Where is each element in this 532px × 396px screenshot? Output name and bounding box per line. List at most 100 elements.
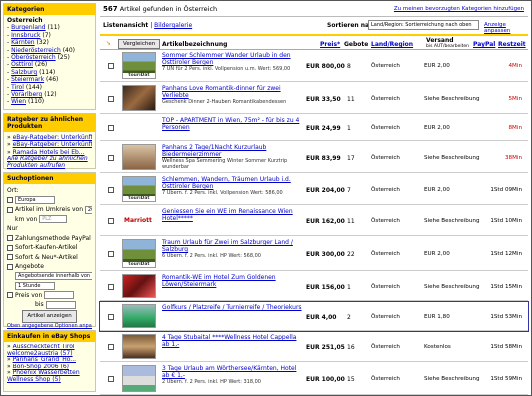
filter-options: Zahlungsmethode PayPal Sofort-Kaufen-Arti… xyxy=(7,234,92,272)
guide-list: » eBay-Ratgeber: Unterkünfte» eBay-Ratge… xyxy=(4,132,95,171)
item-thumbnail[interactable] xyxy=(122,334,156,359)
adjust-options-link[interactable]: Oben angegebene Optionen anpassen xyxy=(7,323,92,329)
ending-select[interactable]: Angebotsende innerhalb von xyxy=(15,272,92,280)
col-time[interactable]: Restzeit xyxy=(498,41,526,48)
item-thumbnail[interactable]: touriDat xyxy=(122,239,156,268)
shop-link[interactable]: Ausschecktecht Tirol welcome2austria (57… xyxy=(7,344,75,357)
item-title-link[interactable]: Golfkurs / Platzreife / Turnierreife / T… xyxy=(162,304,302,312)
item-bids: 16 xyxy=(347,344,355,351)
col-paypal[interactable]: PayPal xyxy=(473,41,495,48)
row-checkbox[interactable] xyxy=(108,251,114,257)
radius-checkbox[interactable] xyxy=(7,206,13,213)
category-item: - Oberösterreich (25) xyxy=(7,54,70,62)
item-thumbnail[interactable]: Marriott xyxy=(122,208,156,233)
item-shipping: EUR 2,00 xyxy=(424,63,450,69)
category-link[interactable]: Burgenland xyxy=(11,24,46,31)
item-thumbnail[interactable]: touriDat xyxy=(122,52,156,79)
item-title-link[interactable]: Schlemmen, Wandern, Träumen Urlaub i.d. … xyxy=(162,176,302,191)
item-thumbnail[interactable] xyxy=(122,365,156,392)
category-link[interactable]: Niederösterreich xyxy=(11,47,61,54)
item-title-link[interactable]: Geniessen Sie ein WE im Renaissance Wien… xyxy=(162,208,302,223)
filter-label: Zahlungsmethode PayPal xyxy=(15,234,91,242)
item-title-link[interactable]: 3 Tage Urlaub am Wörthersee/Kärnten, Hot… xyxy=(162,365,302,380)
price-from-input[interactable] xyxy=(44,291,75,299)
item-title-link[interactable]: Panhans 2 Tage/1Nacht Kurzurlaub Biederm… xyxy=(162,144,302,159)
zip-input[interactable]: PLZ xyxy=(39,215,68,223)
item-thumbnail[interactable]: touriDat xyxy=(122,176,156,202)
shop-link[interactable]: Bon-Shop 2006 (6) xyxy=(13,364,69,370)
row-checkbox[interactable] xyxy=(108,313,114,320)
item-price: EUR 300,00 xyxy=(306,251,345,258)
filter-checkbox[interactable] xyxy=(7,263,13,270)
category-link[interactable]: Vorarlberg xyxy=(11,91,42,98)
shop-link[interactable]: Panhans_Grand_Ho... xyxy=(13,357,76,363)
price-to-input[interactable] xyxy=(45,300,76,309)
category-link[interactable]: Wien xyxy=(11,98,26,105)
compare-button[interactable]: Vergleichen xyxy=(118,39,161,49)
row-checkbox[interactable] xyxy=(108,218,114,224)
row-checkbox[interactable] xyxy=(108,283,114,290)
item-region: Österreich xyxy=(371,344,400,350)
filter-checkbox[interactable] xyxy=(7,244,13,251)
col-bids: Gebote xyxy=(344,41,369,48)
guides-box: Ratgeber zu ähnlichen Produkten » eBay-R… xyxy=(3,113,96,169)
filter-label: Angebote xyxy=(15,263,44,270)
guide-link[interactable]: eBay-Ratgeber: Unterkünfte xyxy=(13,134,92,141)
location-checkbox[interactable] xyxy=(7,197,13,203)
row-checkbox[interactable] xyxy=(108,376,114,382)
guide-link[interactable]: Ramada Hotels bei Eb... xyxy=(13,149,85,156)
item-title-link[interactable]: Traum Urlaub für Zwei im Salzburger Land… xyxy=(162,239,302,254)
show-items-button[interactable]: Artikel anzeigen xyxy=(22,309,77,323)
price-checkbox[interactable] xyxy=(7,292,13,298)
category-link[interactable]: Innsbruck xyxy=(11,32,40,39)
category-link[interactable]: Salzburg xyxy=(11,69,37,76)
category-count: (40) xyxy=(62,46,76,54)
location-select[interactable]: Europa xyxy=(15,196,55,204)
item-thumbnail[interactable] xyxy=(122,85,156,111)
col-price[interactable]: Preis* xyxy=(320,41,340,48)
category-link[interactable]: Tirol xyxy=(11,84,24,91)
hours-select[interactable]: 1 Stunde xyxy=(15,281,55,290)
tab-list-view[interactable]: Listenansicht xyxy=(103,22,148,29)
row-checkbox[interactable] xyxy=(108,125,114,131)
item-thumbnail[interactable] xyxy=(122,304,156,328)
col-ship-sub[interactable]: bis AUT/bearbeiten xyxy=(426,44,469,49)
results-header: 567 Artikel gefunden in Österreich Zu me… xyxy=(100,3,528,17)
row-checkbox[interactable] xyxy=(108,154,114,161)
item-title-link[interactable]: TOP - APARTMENT in Wien, 75m² - für bis … xyxy=(162,117,302,132)
col-title: Artikelbezeichnung xyxy=(162,41,228,48)
shop-link[interactable]: Phoenix Wasserbetten Wellness Shop (5) xyxy=(7,370,80,383)
category-link[interactable]: Kärnten xyxy=(11,39,35,46)
item-title-link[interactable]: Sommer Schlemmer Wander Urlaub in den Os… xyxy=(162,52,302,67)
item-title-link[interactable]: 4 Tage Stubaital ****Wellness Hotel Capp… xyxy=(162,334,302,349)
item-thumbnail[interactable] xyxy=(122,274,156,298)
sort-select[interactable]: Land/Region: Sortierreichung nach oben xyxy=(368,20,479,30)
row-checkbox[interactable] xyxy=(108,63,114,69)
tab-gallery-view[interactable]: Bildergalerie xyxy=(154,22,192,29)
row-checkbox[interactable] xyxy=(108,344,114,350)
all-guides-link[interactable]: Alle Ratgeber zu ähnlichen Produkten auf… xyxy=(7,156,92,169)
item-title-link[interactable]: Romantik-WE im Hotel Zum Goldenen Löwen/… xyxy=(162,274,302,289)
row-checkbox[interactable] xyxy=(108,95,114,102)
item-bids: 1 xyxy=(347,283,351,291)
item-shipping: Kostenlos xyxy=(424,344,451,350)
customize-view-link[interactable]: Anzeige anpassen xyxy=(484,22,528,34)
table-row: touriDat Traum Urlaub für Zwei im Salzbur… xyxy=(100,237,528,271)
item-price: EUR 83,99 xyxy=(306,154,341,162)
guide-link[interactable]: eBay-Ratgeber: Unterkünfte xyxy=(13,141,92,148)
row-checkbox[interactable] xyxy=(108,186,114,193)
add-favorite-category-link[interactable]: Zu meinen bevorzugten Kategorien hinzufü… xyxy=(394,6,524,12)
category-link[interactable]: Steiermark xyxy=(11,76,44,83)
category-link[interactable]: Osttirol xyxy=(11,61,33,68)
col-land[interactable]: Land/Region xyxy=(371,41,413,48)
shop-list: » Ausschecktecht Tirol welcome2austria (… xyxy=(4,342,95,386)
only-label: Nur xyxy=(7,225,18,232)
radius-select[interactable]: 200 xyxy=(84,205,92,214)
category-link[interactable]: Oberösterreich xyxy=(11,54,56,61)
item-subtitle: Wellness Spa Semmering Winter Sommer Kur… xyxy=(162,158,288,170)
guide-item: » eBay-Ratgeber: Unterkünfte xyxy=(7,134,92,141)
item-thumbnail[interactable] xyxy=(122,144,156,170)
filter-checkbox[interactable] xyxy=(7,254,13,260)
item-title-link[interactable]: Panhans Love Romantik-dinner für zwei Ve… xyxy=(162,85,302,100)
filter-checkbox[interactable] xyxy=(7,235,13,241)
